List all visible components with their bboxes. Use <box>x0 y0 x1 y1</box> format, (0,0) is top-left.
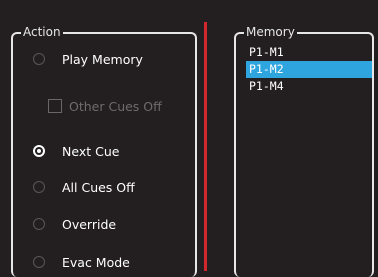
all-cues-off-radio-option[interactable]: All Cues Off <box>33 177 135 197</box>
memory-list-item[interactable]: P1-M4 <box>246 78 372 95</box>
memory-list-item[interactable]: P1-M1 <box>246 44 372 61</box>
memory-group: Memory P1-M1 P1-M2 P1-M4 <box>234 24 374 277</box>
other-cues-off-checkbox <box>48 99 62 113</box>
play-memory-radio-option[interactable]: Play Memory <box>33 49 143 69</box>
override-radio-option[interactable]: Override <box>33 214 116 234</box>
memory-group-title: Memory <box>244 24 297 40</box>
memory-list-item-selected[interactable]: P1-M2 <box>246 61 372 78</box>
evac-mode-radio[interactable] <box>33 256 45 268</box>
next-cue-label[interactable]: Next Cue <box>62 144 119 159</box>
play-memory-radio[interactable] <box>33 53 45 65</box>
all-cues-off-radio[interactable] <box>33 181 45 193</box>
evac-mode-radio-option[interactable]: Evac Mode <box>33 252 130 272</box>
evac-mode-label[interactable]: Evac Mode <box>62 255 130 270</box>
next-cue-radio-option[interactable]: Next Cue <box>33 141 119 161</box>
other-cues-off-label: Other Cues Off <box>69 98 162 114</box>
action-group: Action Play Memory Other Cues Off Next C… <box>11 24 197 277</box>
action-group-title: Action <box>21 24 63 40</box>
panel-divider <box>204 22 207 271</box>
override-radio[interactable] <box>33 218 45 230</box>
all-cues-off-label[interactable]: All Cues Off <box>62 180 135 195</box>
other-cues-off-option: Other Cues Off <box>48 96 162 116</box>
next-cue-radio[interactable] <box>33 145 45 157</box>
memory-list[interactable]: P1-M1 P1-M2 P1-M4 <box>246 44 372 95</box>
play-memory-label[interactable]: Play Memory <box>62 52 143 67</box>
override-label[interactable]: Override <box>62 217 116 232</box>
